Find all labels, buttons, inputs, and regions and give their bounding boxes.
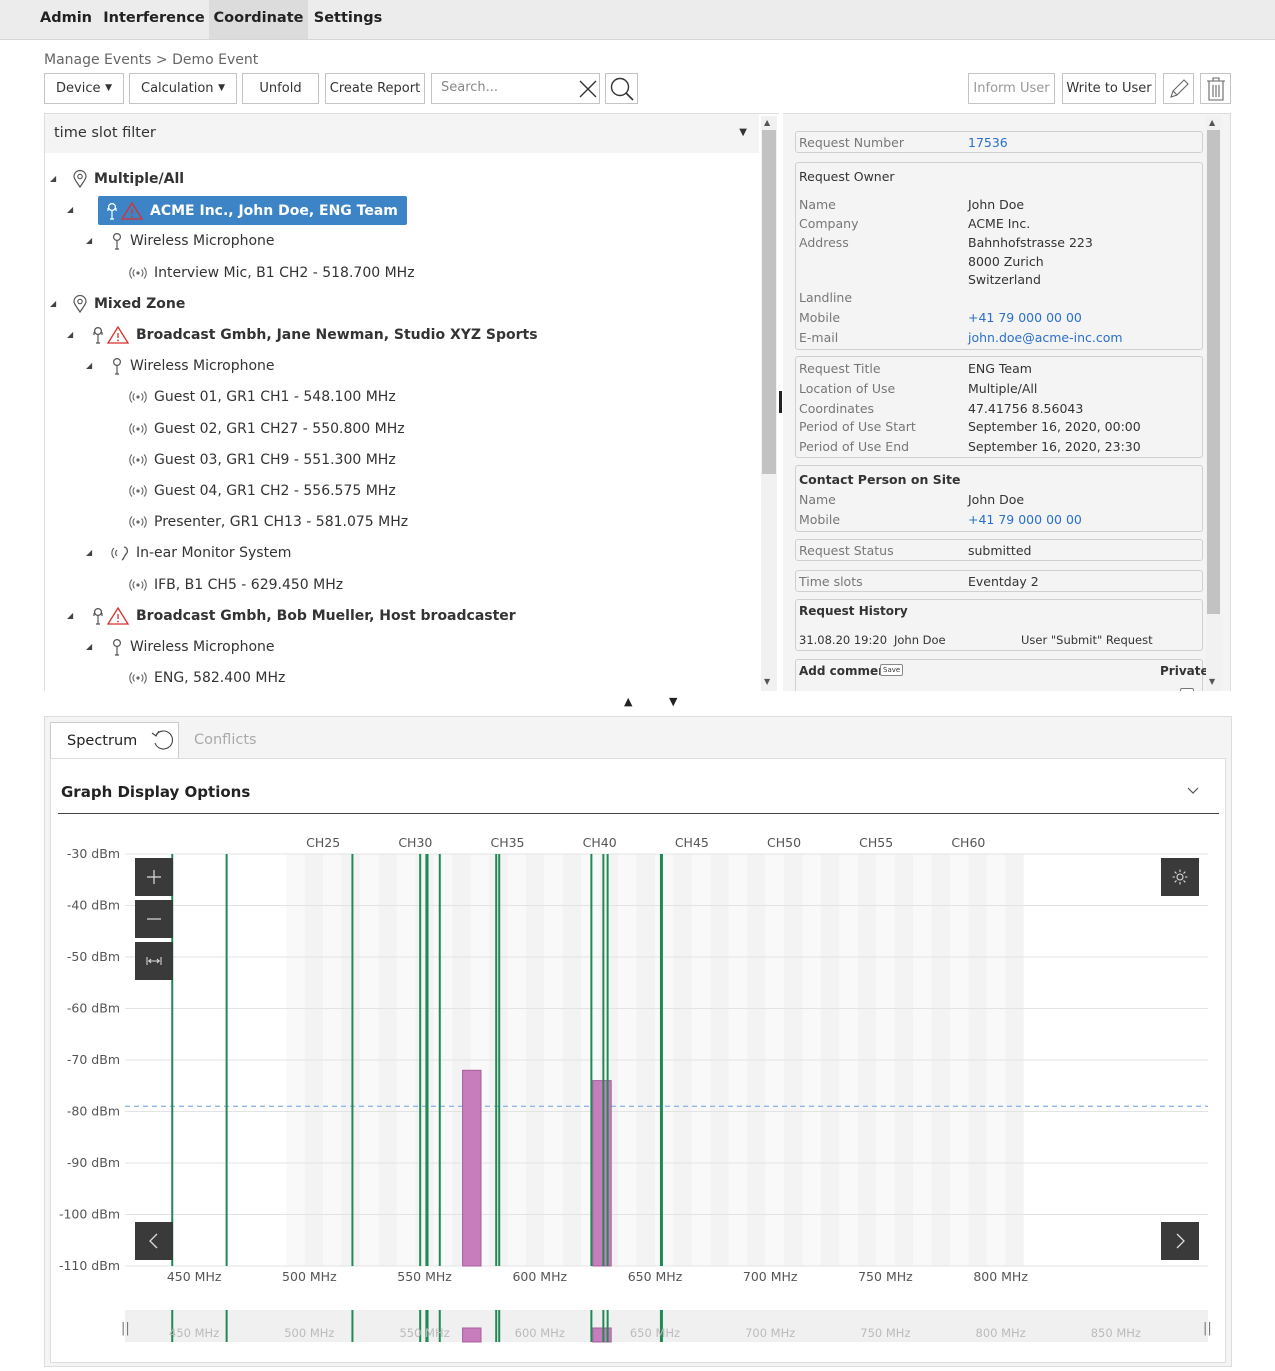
overview-left-handle[interactable]: ||: [121, 1321, 130, 1336]
y-tick-label: -60 dBm: [67, 1001, 120, 1016]
channel-label: CH40: [583, 835, 617, 850]
scroll-left-button[interactable]: [135, 1222, 173, 1260]
y-tick-label: -100 dBm: [59, 1207, 120, 1222]
overview-right-handle[interactable]: ||: [1203, 1321, 1212, 1336]
channel-label: CH25: [306, 835, 340, 850]
zoom-out-button[interactable]: [135, 900, 173, 938]
minus-icon: [147, 918, 161, 920]
overview-tick-label: 500 MHz: [284, 1326, 334, 1340]
channel-label: CH50: [767, 835, 801, 850]
y-tick-label: -90 dBm: [67, 1155, 120, 1170]
y-tick-label: -80 dBm: [67, 1104, 120, 1119]
overview-tick-label: 700 MHz: [745, 1326, 795, 1340]
channel-label: CH35: [490, 835, 524, 850]
x-tick-label: 450 MHz: [167, 1269, 222, 1284]
channel-label: CH60: [951, 835, 985, 850]
channel-label: CH45: [675, 835, 709, 850]
fit-width-button[interactable]: [135, 942, 173, 980]
chart-settings-button[interactable]: [1161, 858, 1199, 896]
x-tick-label: 600 MHz: [512, 1269, 567, 1284]
overview-interference-bar: [462, 1327, 482, 1343]
overview-tick-label: 450 MHz: [169, 1326, 219, 1340]
y-tick-label: -40 dBm: [67, 898, 120, 913]
overview-tick-label: 850 MHz: [1091, 1326, 1141, 1340]
channel-label: CH55: [859, 835, 893, 850]
x-tick-label: 500 MHz: [282, 1269, 337, 1284]
fit-width-icon: [146, 957, 162, 965]
spectrum-chart[interactable]: -30 dBm -40 dBm -50 dBm -60 dBm -70 dBm -80 d…: [0, 0, 1275, 1371]
chevron-right-icon: [1176, 1233, 1185, 1249]
interference-bar: [462, 1069, 482, 1267]
zoom-in-button[interactable]: [135, 858, 173, 896]
overview-tick-label: 650 MHz: [630, 1326, 680, 1340]
x-tick-label: 800 MHz: [973, 1269, 1028, 1284]
overview-tick-label: 750 MHz: [860, 1326, 910, 1340]
y-tick-label: -30 dBm: [67, 846, 120, 861]
overview-tick-label: 550 MHz: [399, 1326, 449, 1340]
x-tick-label: 550 MHz: [397, 1269, 452, 1284]
overview-tick-label: 800 MHz: [976, 1326, 1026, 1340]
x-tick-label: 700 MHz: [743, 1269, 798, 1284]
gear-icon: [1172, 869, 1188, 885]
x-tick-label: 750 MHz: [858, 1269, 913, 1284]
y-tick-label: -70 dBm: [67, 1052, 120, 1067]
scroll-right-button[interactable]: [1161, 1222, 1199, 1260]
y-tick-label: -50 dBm: [67, 949, 120, 964]
y-tick-label: -110 dBm: [59, 1258, 120, 1273]
x-tick-label: 650 MHz: [628, 1269, 683, 1284]
plus-icon: [147, 870, 161, 884]
chevron-left-icon: [149, 1233, 158, 1249]
overview-tick-label: 600 MHz: [515, 1326, 565, 1340]
channel-label: CH30: [398, 835, 432, 850]
